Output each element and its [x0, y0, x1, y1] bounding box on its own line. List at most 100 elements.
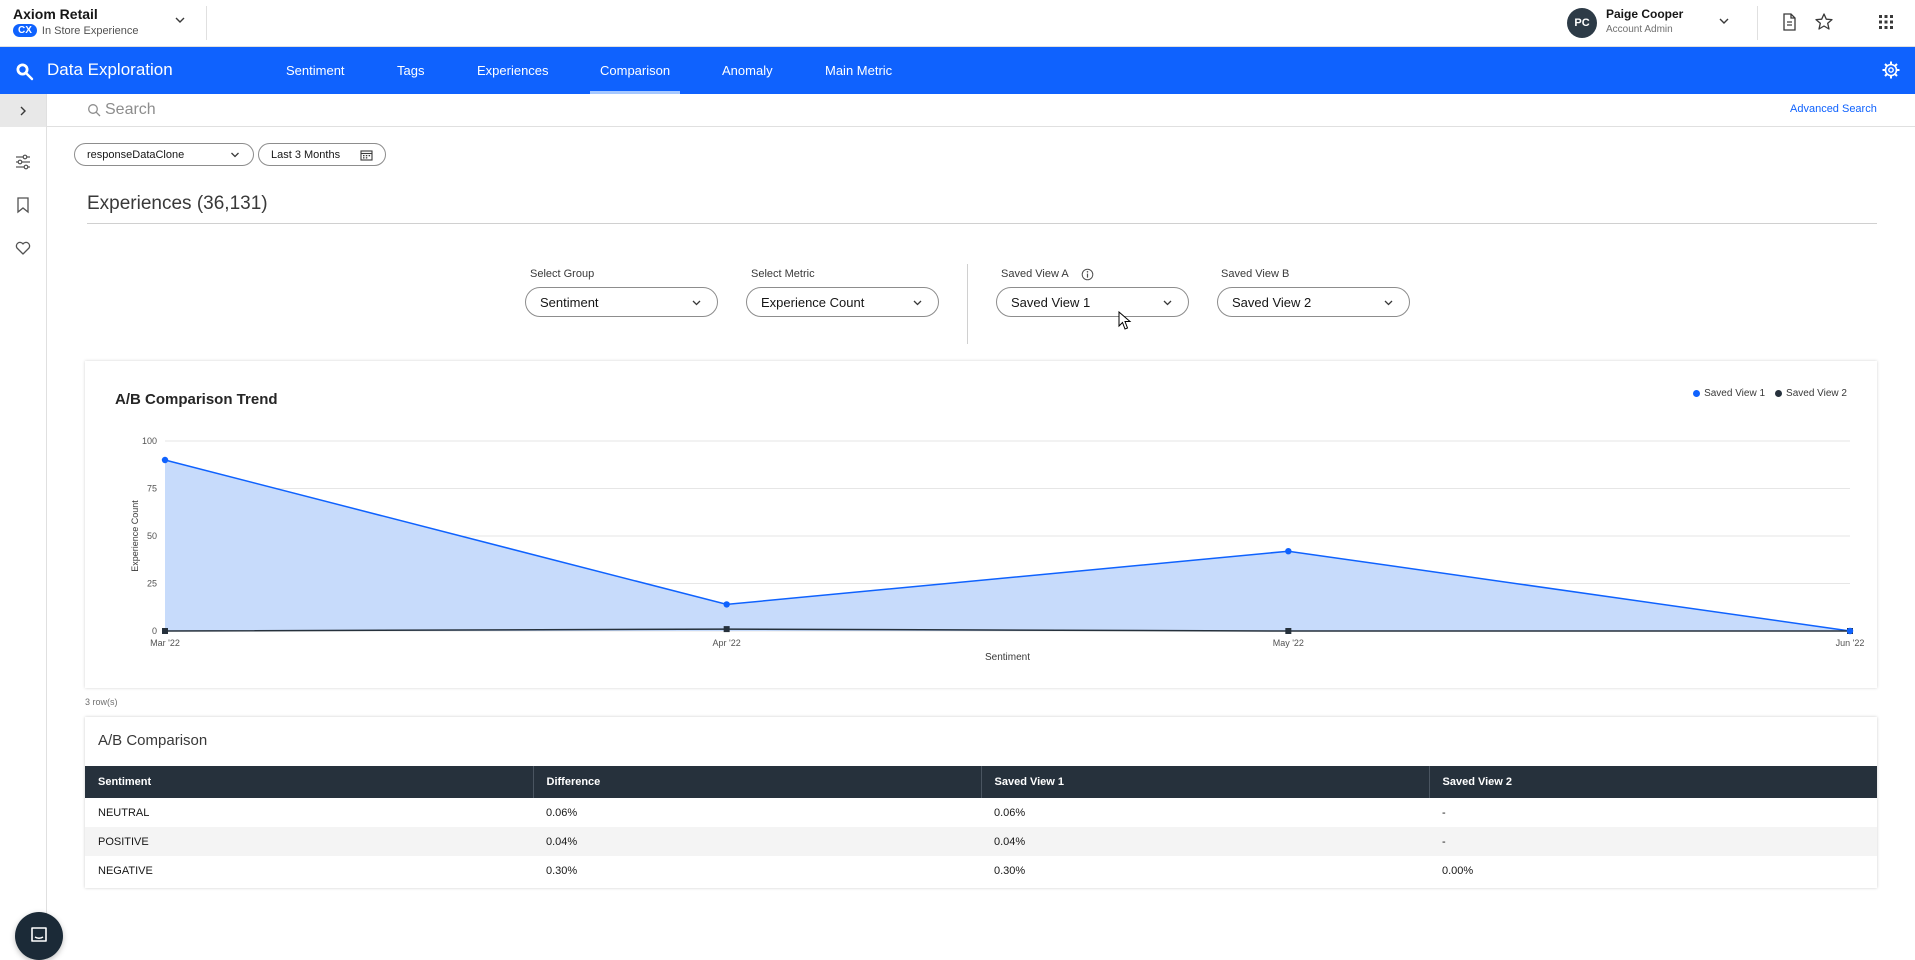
divider	[1757, 6, 1758, 40]
column-header-sentiment[interactable]: Sentiment	[85, 766, 534, 798]
chevron-down-icon	[1384, 300, 1393, 305]
cell-saved-view-2: -	[1429, 827, 1877, 856]
select-group-value: Sentiment	[540, 294, 599, 310]
chat-icon	[31, 927, 47, 942]
select-metric-dropdown[interactable]: Experience Count	[746, 287, 939, 317]
chevron-down-icon[interactable]	[173, 13, 187, 27]
expand-rail-button[interactable]	[0, 94, 46, 127]
experiences-heading: Experiences (36,131)	[87, 193, 268, 214]
chevron-down-icon	[231, 152, 239, 157]
table-title: A/B Comparison	[98, 732, 208, 749]
table-header-row: Sentiment Difference Saved View 1 Saved …	[85, 766, 1877, 798]
gear-icon[interactable]	[1881, 60, 1901, 80]
chevron-down-icon	[692, 300, 701, 305]
x-tick-label: Apr '22	[713, 638, 741, 648]
user-menu-chevron-icon[interactable]	[1717, 14, 1731, 28]
tab-anomaly[interactable]: Anomaly	[712, 47, 783, 94]
chat-launcher-button[interactable]	[15, 912, 63, 960]
y-tick-label: 50	[147, 531, 157, 541]
saved-view-1-point	[1846, 627, 1854, 635]
tab-main-metric[interactable]: Main Metric	[815, 47, 902, 94]
saved-view-2-point	[1285, 628, 1292, 634]
cell-difference: 0.30%	[546, 864, 578, 877]
user-role: Account Admin	[1606, 24, 1673, 35]
table-row: NEUTRAL 0.06% 0.06% -	[85, 798, 1877, 827]
left-rail	[0, 94, 63, 960]
y-tick-label: 75	[147, 484, 157, 494]
brand-name: Axiom Retail	[13, 6, 98, 22]
saved-view-1-point	[1285, 548, 1292, 555]
saved-view-2-point	[723, 626, 730, 633]
document-icon[interactable]	[1779, 12, 1799, 32]
select-metric-value: Experience Count	[761, 294, 865, 310]
divider	[87, 223, 1877, 224]
app-switcher-icon[interactable]	[1876, 12, 1896, 32]
page-title: Data Exploration	[47, 60, 173, 79]
chevron-right-icon	[20, 106, 26, 115]
chevron-down-icon	[1163, 300, 1172, 305]
select-group-dropdown[interactable]: Sentiment	[525, 287, 718, 317]
y-axis-label: Experience Count	[130, 500, 140, 572]
date-range-value: Last 3 Months	[271, 148, 341, 161]
tab-experiences[interactable]: Experiences	[467, 47, 559, 94]
table-row: NEGATIVE 0.30% 0.30% 0.00%	[85, 856, 1877, 885]
saved-view-1-point	[161, 456, 169, 464]
mouse-cursor-icon	[1118, 311, 1132, 330]
cell-sentiment: POSITIVE	[85, 827, 533, 856]
cell-saved-view-1: 0.04%	[981, 827, 1429, 856]
ab-comparison-table: Sentiment Difference Saved View 1 Saved …	[85, 766, 1877, 885]
table-row: POSITIVE 0.04% 0.04% -	[85, 827, 1877, 856]
tab-tags[interactable]: Tags	[387, 47, 434, 94]
search-icon	[88, 104, 101, 117]
top-header: Axiom Retail CX In Store Experience PC P…	[0, 0, 1915, 47]
brand-subtitle: CX In Store Experience	[13, 24, 139, 37]
chevron-down-icon	[913, 300, 922, 305]
saved-view-a-value: Saved View 1	[1011, 294, 1091, 310]
cell-saved-view-2: -	[1442, 806, 1446, 819]
user-name: Paige Cooper	[1606, 7, 1684, 21]
x-tick-label: Mar '22	[150, 638, 180, 648]
main-nav: Data Exploration Sentiment Tags Experien…	[0, 47, 1915, 94]
tab-comparison[interactable]: Comparison	[590, 47, 681, 94]
advanced-search-link[interactable]: Advanced Search	[1790, 103, 1877, 115]
calendar-icon	[360, 149, 373, 161]
search-bar: Advanced Search	[47, 94, 1915, 127]
ab-comparison-table-card: A/B Comparison Sentiment Difference Save…	[85, 717, 1877, 888]
y-tick-label: 25	[147, 579, 157, 589]
program-name: In Store Experience	[41, 24, 139, 37]
saved-view-a-dropdown[interactable]: Saved View 1	[996, 287, 1189, 317]
tab-sentiment[interactable]: Sentiment	[276, 47, 355, 94]
ab-trend-chart-card: A/B Comparison Trend Saved View 1 Saved …	[85, 361, 1877, 688]
info-icon[interactable]	[1081, 268, 1094, 281]
column-header-difference[interactable]: Difference	[533, 766, 982, 798]
saved-view-b-dropdown[interactable]: Saved View 2	[1217, 287, 1410, 317]
row-count: 3 row(s)	[85, 697, 118, 707]
saved-view-1-point	[723, 601, 730, 608]
saved-view-1-area	[165, 460, 1850, 631]
saved-view-b-value: Saved View 2	[1232, 294, 1312, 310]
avatar[interactable]: PC	[1567, 8, 1597, 38]
date-range-picker[interactable]: Last 3 Months	[258, 143, 386, 166]
bookmark-icon[interactable]	[14, 196, 32, 214]
x-tick-label: May '22	[1273, 638, 1304, 648]
data-exploration-icon	[16, 63, 34, 81]
cell-difference: 0.06%	[546, 806, 578, 819]
cell-sentiment: NEUTRAL	[98, 806, 150, 819]
column-header-saved-view-1[interactable]: Saved View 1	[981, 766, 1430, 798]
heart-icon[interactable]	[14, 239, 32, 257]
cell-sentiment: NEGATIVE	[98, 864, 153, 877]
column-header-saved-view-2[interactable]: Saved View 2	[1429, 766, 1877, 798]
star-icon[interactable]	[1814, 12, 1834, 32]
cx-badge: CX	[13, 24, 37, 37]
select-group-label: Select Group	[530, 268, 595, 280]
brand[interactable]: Axiom Retail CX In Store Experience	[13, 6, 139, 37]
saved-view-2-point	[162, 628, 168, 634]
search-input[interactable]	[105, 98, 705, 122]
divider	[206, 6, 207, 40]
filter-sliders-icon[interactable]	[14, 153, 32, 171]
dataset-select[interactable]: responseDataClone	[74, 143, 254, 166]
y-tick-label: 0	[152, 626, 157, 636]
trend-chart: 0 25 50 75 100 Mar '22 Apr '22 May '22 Jun '22 Se…	[130, 436, 1864, 663]
y-tick-label: 100	[142, 436, 157, 446]
select-metric-label: Select Metric	[751, 268, 815, 280]
